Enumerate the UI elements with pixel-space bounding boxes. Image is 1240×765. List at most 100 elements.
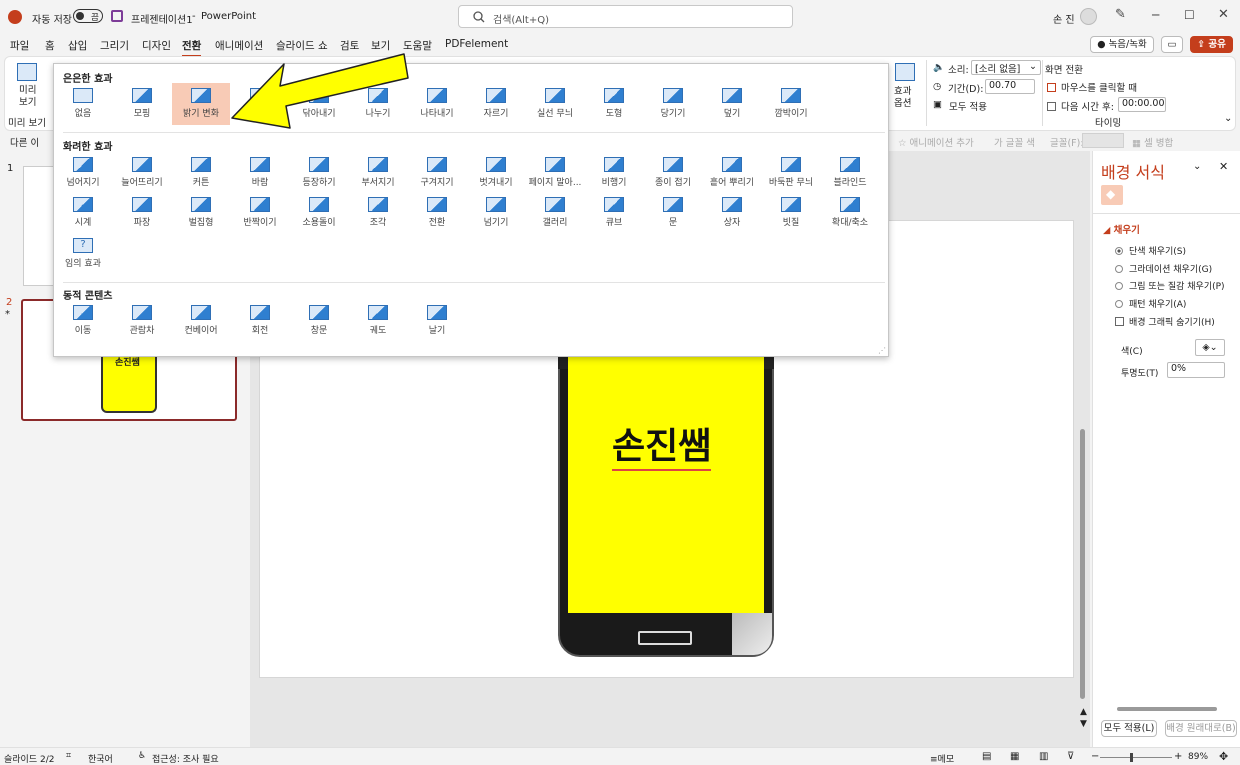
solid-fill-radio[interactable]: 단색 채우기(S) — [1115, 244, 1186, 257]
other-button[interactable]: 다른 이 — [10, 135, 39, 149]
pane-close-icon[interactable]: ✕ — [1219, 160, 1228, 173]
zoom-slider[interactable] — [1100, 757, 1172, 758]
vertical-scrollbar[interactable] — [1080, 429, 1085, 699]
transition-item[interactable]: 커튼 — [172, 152, 230, 194]
transparency-input[interactable]: 0% — [1167, 362, 1225, 378]
effect-options-icon[interactable] — [895, 63, 915, 81]
reset-background-button[interactable]: 배경 원래대로(B) — [1165, 720, 1237, 737]
language[interactable]: 한국어 — [88, 752, 113, 765]
transition-item[interactable]: 구겨지기 — [408, 152, 466, 194]
transition-item[interactable]: 전환 — [408, 192, 466, 234]
font-color-button[interactable]: 가 글꼴 색 — [994, 135, 1035, 149]
transition-item[interactable]: 종이 접기 — [644, 152, 702, 194]
transition-item[interactable]: 상자 — [703, 192, 761, 234]
transition-item[interactable]: 페이지 말아... — [526, 152, 584, 194]
pen-icon[interactable]: ✎ — [1115, 7, 1126, 22]
transition-item[interactable]: 당기기 — [644, 83, 702, 125]
transition-item[interactable]: 흩어 뿌리기 — [703, 152, 761, 194]
transition-item[interactable]: 바둑판 무늬 — [762, 152, 820, 194]
notes-button[interactable]: ≡메모 — [930, 752, 954, 765]
fill-section-header[interactable]: ◢ 채우기 — [1103, 222, 1140, 236]
on-click-checkbox[interactable]: 마우스를 클릭할 때 — [1047, 80, 1137, 94]
apply-all-pane-button[interactable]: 모두 적용(L) — [1101, 720, 1157, 737]
transition-item[interactable]: 덮기 — [703, 83, 761, 125]
transition-item[interactable]: 컨베이어 — [172, 300, 230, 342]
scroll-down-icon[interactable]: ▼ — [1080, 719, 1087, 729]
transition-item[interactable]: 모핑 — [113, 83, 171, 125]
color-picker-button[interactable]: ◈⌄ — [1195, 339, 1225, 356]
search-box[interactable]: 검색(Alt+Q) — [458, 5, 793, 28]
record-button[interactable]: ● 녹음/녹화 — [1090, 36, 1154, 53]
transition-item[interactable]: 벌집형 — [172, 192, 230, 234]
sorter-view-icon[interactable]: ▦ — [1010, 751, 1019, 762]
cell-merge-button[interactable]: ▦ 셀 병합 — [1132, 135, 1173, 149]
spell-check-icon[interactable]: ⌗ — [66, 751, 71, 761]
transition-item[interactable]: ? 임의 효과 — [54, 233, 112, 275]
zoom-level[interactable]: 89% — [1188, 752, 1208, 762]
preview-icon[interactable] — [17, 63, 37, 81]
zoom-out-icon[interactable]: − — [1091, 751, 1099, 762]
tab-home[interactable]: 홈 — [45, 38, 55, 53]
transition-item[interactable]: 시계 — [54, 192, 112, 234]
collapse-ribbon-icon[interactable]: ⌄ — [1224, 113, 1232, 124]
transition-item[interactable]: 이동 — [54, 300, 112, 342]
transition-item[interactable]: 문 — [644, 192, 702, 234]
transition-item[interactable]: 날기 — [408, 300, 466, 342]
reading-view-icon[interactable]: ▥ — [1039, 751, 1048, 762]
pane-options-chevron-icon[interactable]: ⌄ — [1193, 161, 1201, 172]
sound-select[interactable]: [소리 없음] ⌄ — [971, 60, 1041, 75]
tab-draw[interactable]: 그리기 — [100, 38, 129, 53]
preview-button-label[interactable]: 미리 보기 — [19, 85, 37, 109]
comment-icon[interactable]: ▭ — [1161, 36, 1183, 53]
transition-item[interactable]: 나타내기 — [408, 83, 466, 125]
transition-item[interactable]: 창문 — [290, 300, 348, 342]
pattern-fill-radio[interactable]: 패턴 채우기(A) — [1115, 297, 1186, 310]
resize-grip-icon[interactable]: ⋰ — [878, 346, 886, 355]
transition-item[interactable]: 파장 — [113, 192, 171, 234]
transition-item[interactable]: 블라인드 — [821, 152, 879, 194]
picture-fill-radio[interactable]: 그림 또는 질감 채우기(P) — [1115, 279, 1225, 292]
effect-options-label[interactable]: 효과 옵션 — [894, 86, 916, 110]
maximize-icon[interactable]: ☐ — [1184, 8, 1195, 22]
after-checkbox[interactable]: 다음 시간 후: — [1047, 99, 1114, 113]
transition-item[interactable]: 궤도 — [349, 300, 407, 342]
transition-item[interactable]: 회전 — [231, 300, 289, 342]
transition-item[interactable]: 벗겨내기 — [467, 152, 525, 194]
scroll-up-icon[interactable]: ▲ — [1080, 707, 1087, 717]
transition-item[interactable]: 갤러리 — [526, 192, 584, 234]
save-icon[interactable] — [111, 10, 123, 22]
transition-item[interactable]: 넘어지기 — [54, 152, 112, 194]
transition-item[interactable]: 소용돌이 — [290, 192, 348, 234]
font-size-input[interactable] — [1082, 133, 1124, 148]
transition-item[interactable]: 깜박이기 — [762, 83, 820, 125]
normal-view-icon[interactable]: ▤ — [982, 751, 991, 762]
zoom-slider-thumb[interactable] — [1130, 753, 1133, 762]
duration-input[interactable]: 00.70 — [985, 79, 1035, 94]
accessibility-status[interactable]: 접근성: 조사 필요 — [152, 752, 219, 765]
phone-screen[interactable]: 손진쌤 — [568, 349, 764, 613]
transition-item[interactable]: 바람 — [231, 152, 289, 194]
phone-frame[interactable]: 손진쌤 — [558, 347, 774, 657]
transition-item[interactable]: 없음 — [54, 83, 112, 125]
zoom-in-icon[interactable]: + — [1174, 751, 1182, 762]
tab-pdfelement[interactable]: PDFelement — [445, 38, 508, 50]
after-time-input[interactable]: 00:00.00 — [1118, 97, 1166, 112]
fill-bucket-icon[interactable]: ◆ — [1101, 185, 1123, 205]
avatar[interactable] — [1080, 8, 1097, 25]
transition-item[interactable]: 빗질 — [762, 192, 820, 234]
transition-item[interactable]: 비행기 — [585, 152, 643, 194]
apply-all-button[interactable]: 모두 적용 — [949, 99, 987, 113]
minimize-icon[interactable]: ─ — [1152, 8, 1159, 22]
fit-slide-icon[interactable]: ✥ — [1219, 750, 1228, 763]
slide-text[interactable]: 손진쌤 — [612, 417, 712, 471]
add-animation-button[interactable]: ☆ 애니메이션 추가 — [898, 135, 974, 149]
transition-item[interactable]: 조각 — [349, 192, 407, 234]
tab-file[interactable]: 파일 — [10, 38, 29, 53]
tab-transitions[interactable]: 전환 — [182, 38, 202, 57]
transition-item[interactable]: 확대/축소 — [821, 192, 879, 234]
transition-item[interactable]: 도형 — [585, 83, 643, 125]
horizontal-scrollbar[interactable] — [1117, 707, 1217, 711]
transition-item[interactable]: 반짝이기 — [231, 192, 289, 234]
transition-item[interactable]: 실선 무늬 — [526, 83, 584, 125]
transition-item[interactable]: 밝기 변화 — [172, 83, 230, 125]
